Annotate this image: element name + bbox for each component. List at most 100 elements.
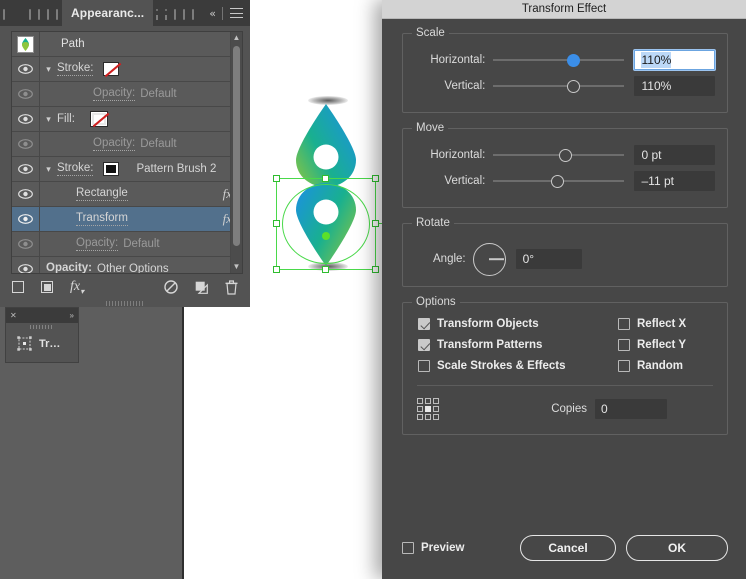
tab-collapsed-3[interactable]: [44, 0, 53, 26]
checkbox-icon[interactable]: [418, 318, 430, 330]
appearance-row-label[interactable]: Opacity:: [46, 262, 92, 273]
none-swatch-selected[interactable]: [90, 112, 107, 126]
appearance-row-opacity-1[interactable]: Opacity: Default: [12, 82, 242, 107]
close-icon[interactable]: ✕: [10, 311, 17, 320]
option-reflect-x[interactable]: Reflect X: [618, 318, 715, 330]
move-vertical-input[interactable]: –11 pt: [634, 171, 716, 191]
slider-thumb[interactable]: [558, 148, 572, 162]
checkbox-icon[interactable]: [402, 542, 414, 554]
slider-thumb[interactable]: [566, 53, 580, 67]
checkbox-icon[interactable]: [418, 360, 430, 372]
appearance-row-label[interactable]: Fill:: [57, 113, 75, 125]
cancel-button[interactable]: Cancel: [520, 535, 616, 561]
move-vertical-slider[interactable]: [493, 173, 625, 189]
visibility-toggle[interactable]: [12, 182, 40, 206]
scale-horizontal-input[interactable]: 110%: [634, 50, 716, 70]
appearance-scrollbar[interactable]: ▲ ▼: [230, 32, 242, 273]
black-swatch[interactable]: [103, 162, 120, 176]
appearance-row-label[interactable]: Opacity:: [93, 137, 136, 151]
appearance-row-stroke-1[interactable]: ▾ Stroke:: [12, 57, 242, 82]
tab-collapsed-8[interactable]: [180, 0, 189, 26]
scale-horizontal-slider[interactable]: [493, 52, 625, 68]
appearance-row-label[interactable]: Opacity:: [93, 87, 136, 101]
tab-collapsed-1[interactable]: [26, 0, 35, 26]
tab-appearance[interactable]: Appearanc...: [62, 0, 154, 26]
delete-selected-item-icon[interactable]: [225, 279, 238, 295]
appearance-row-label[interactable]: Stroke:: [57, 62, 94, 76]
option-transform-patterns[interactable]: Transform Patterns: [418, 339, 618, 351]
checkbox-icon[interactable]: [418, 339, 430, 351]
preview-checkbox-row[interactable]: Preview: [402, 542, 464, 554]
visibility-toggle[interactable]: [12, 257, 40, 273]
visibility-toggle[interactable]: [12, 232, 40, 256]
appearance-row-label[interactable]: Opacity:: [76, 237, 119, 251]
move-horizontal-input[interactable]: 0 pt: [634, 145, 716, 165]
chevron-down-icon[interactable]: ▼: [231, 261, 242, 273]
mini-panel-grip[interactable]: [6, 323, 78, 330]
move-horizontal-slider[interactable]: [493, 147, 625, 163]
visibility-toggle[interactable]: [12, 57, 40, 81]
rotate-angle-input[interactable]: 0°: [515, 249, 582, 269]
tab-collapsed-4[interactable]: [53, 0, 62, 26]
checkbox-icon[interactable]: [618, 360, 630, 372]
angle-dial-icon[interactable]: [472, 242, 506, 276]
add-new-fill-icon[interactable]: [41, 281, 53, 293]
appearance-row-label[interactable]: Rectangle: [76, 187, 128, 201]
handle-bottom-center[interactable]: [322, 266, 329, 273]
tab-collapsed-9[interactable]: [189, 0, 198, 26]
reference-point-grid-icon[interactable]: [417, 398, 439, 420]
tab-collapsed-5[interactable]: [153, 0, 162, 26]
slider-thumb[interactable]: [551, 174, 565, 188]
panel-resize-grip[interactable]: [0, 300, 250, 307]
tab-collapsed-0[interactable]: [0, 0, 26, 26]
copies-input[interactable]: 0: [595, 399, 667, 419]
handle-top-center[interactable]: [322, 175, 329, 182]
handle-bottom-left[interactable]: [273, 266, 280, 273]
tab-collapsed-6[interactable]: [162, 0, 171, 26]
checkbox-icon[interactable]: [618, 318, 630, 330]
appearance-row-label[interactable]: Stroke:: [57, 162, 94, 176]
appearance-row-opacity-3[interactable]: Opacity: Default: [12, 232, 242, 257]
tab-collapsed-7[interactable]: [171, 0, 180, 26]
scrollbar-thumb[interactable]: [233, 46, 240, 246]
scale-vertical-input[interactable]: 110%: [634, 76, 716, 96]
visibility-toggle[interactable]: [12, 132, 40, 156]
chevron-double-left-icon[interactable]: «: [209, 8, 216, 19]
chevron-up-icon[interactable]: ▲: [231, 32, 242, 44]
map-pin-artwork[interactable]: [272, 88, 385, 280]
option-reflect-y[interactable]: Reflect Y: [618, 339, 715, 351]
appearance-header-row[interactable]: Path: [12, 32, 242, 57]
appearance-row-stroke-2[interactable]: ▾ Stroke: Pattern Brush 2: [12, 157, 242, 182]
option-scale-strokes-effects[interactable]: Scale Strokes & Effects: [418, 360, 618, 372]
panel-menu-icon[interactable]: [230, 8, 243, 18]
scale-vertical-slider[interactable]: [493, 78, 625, 94]
option-random[interactable]: Random: [618, 360, 715, 372]
chevron-down-icon[interactable]: ▾: [40, 114, 57, 125]
chevron-double-right-icon[interactable]: »: [70, 311, 74, 320]
appearance-row-label[interactable]: Transform: [76, 212, 128, 226]
mini-panel-content[interactable]: Tr…: [6, 330, 78, 351]
transform-bounding-box[interactable]: [276, 178, 376, 270]
add-new-stroke-icon[interactable]: [12, 281, 24, 293]
appearance-row-rectangle[interactable]: Rectangle fx: [12, 182, 242, 207]
checkbox-icon[interactable]: [618, 339, 630, 351]
handle-bottom-right[interactable]: [372, 266, 379, 273]
clear-appearance-icon[interactable]: [164, 280, 178, 294]
appearance-row-transform[interactable]: Transform fx: [12, 207, 242, 232]
handle-middle-left[interactable]: [273, 220, 280, 227]
visibility-toggle[interactable]: [12, 82, 40, 106]
handle-top-left[interactable]: [273, 175, 280, 182]
chevron-down-icon[interactable]: ▾: [40, 164, 57, 175]
chevron-down-icon[interactable]: ▾: [40, 64, 57, 75]
slider-thumb[interactable]: [566, 79, 580, 93]
handle-middle-right[interactable]: [372, 220, 379, 227]
add-new-effect-icon[interactable]: fx▾: [70, 279, 84, 296]
handle-top-right[interactable]: [372, 175, 379, 182]
duplicate-selected-item-icon[interactable]: [195, 281, 208, 294]
appearance-row-opacity-2[interactable]: Opacity: Default: [12, 132, 242, 157]
visibility-toggle[interactable]: [12, 107, 40, 131]
none-swatch[interactable]: [103, 62, 120, 76]
option-transform-objects[interactable]: Transform Objects: [418, 318, 618, 330]
ok-button[interactable]: OK: [626, 535, 728, 561]
appearance-row-opacity-other[interactable]: Opacity: Other Options: [12, 257, 242, 273]
